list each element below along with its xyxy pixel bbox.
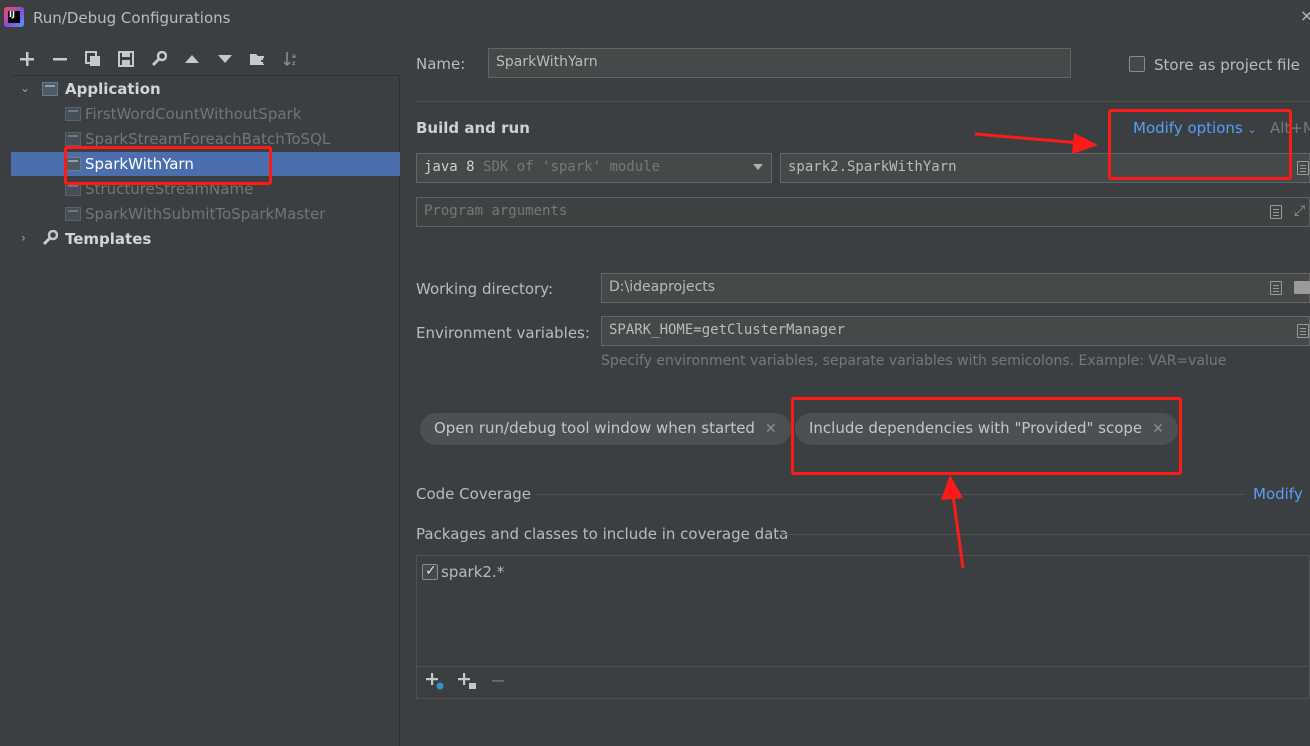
annotation-arrow-head	[1072, 133, 1098, 154]
annotation-arrow-line	[974, 132, 1081, 145]
annotation-arrows	[941, 132, 1098, 569]
annotation-arrow-line	[951, 494, 965, 569]
annotation-arrow-head	[941, 475, 963, 500]
